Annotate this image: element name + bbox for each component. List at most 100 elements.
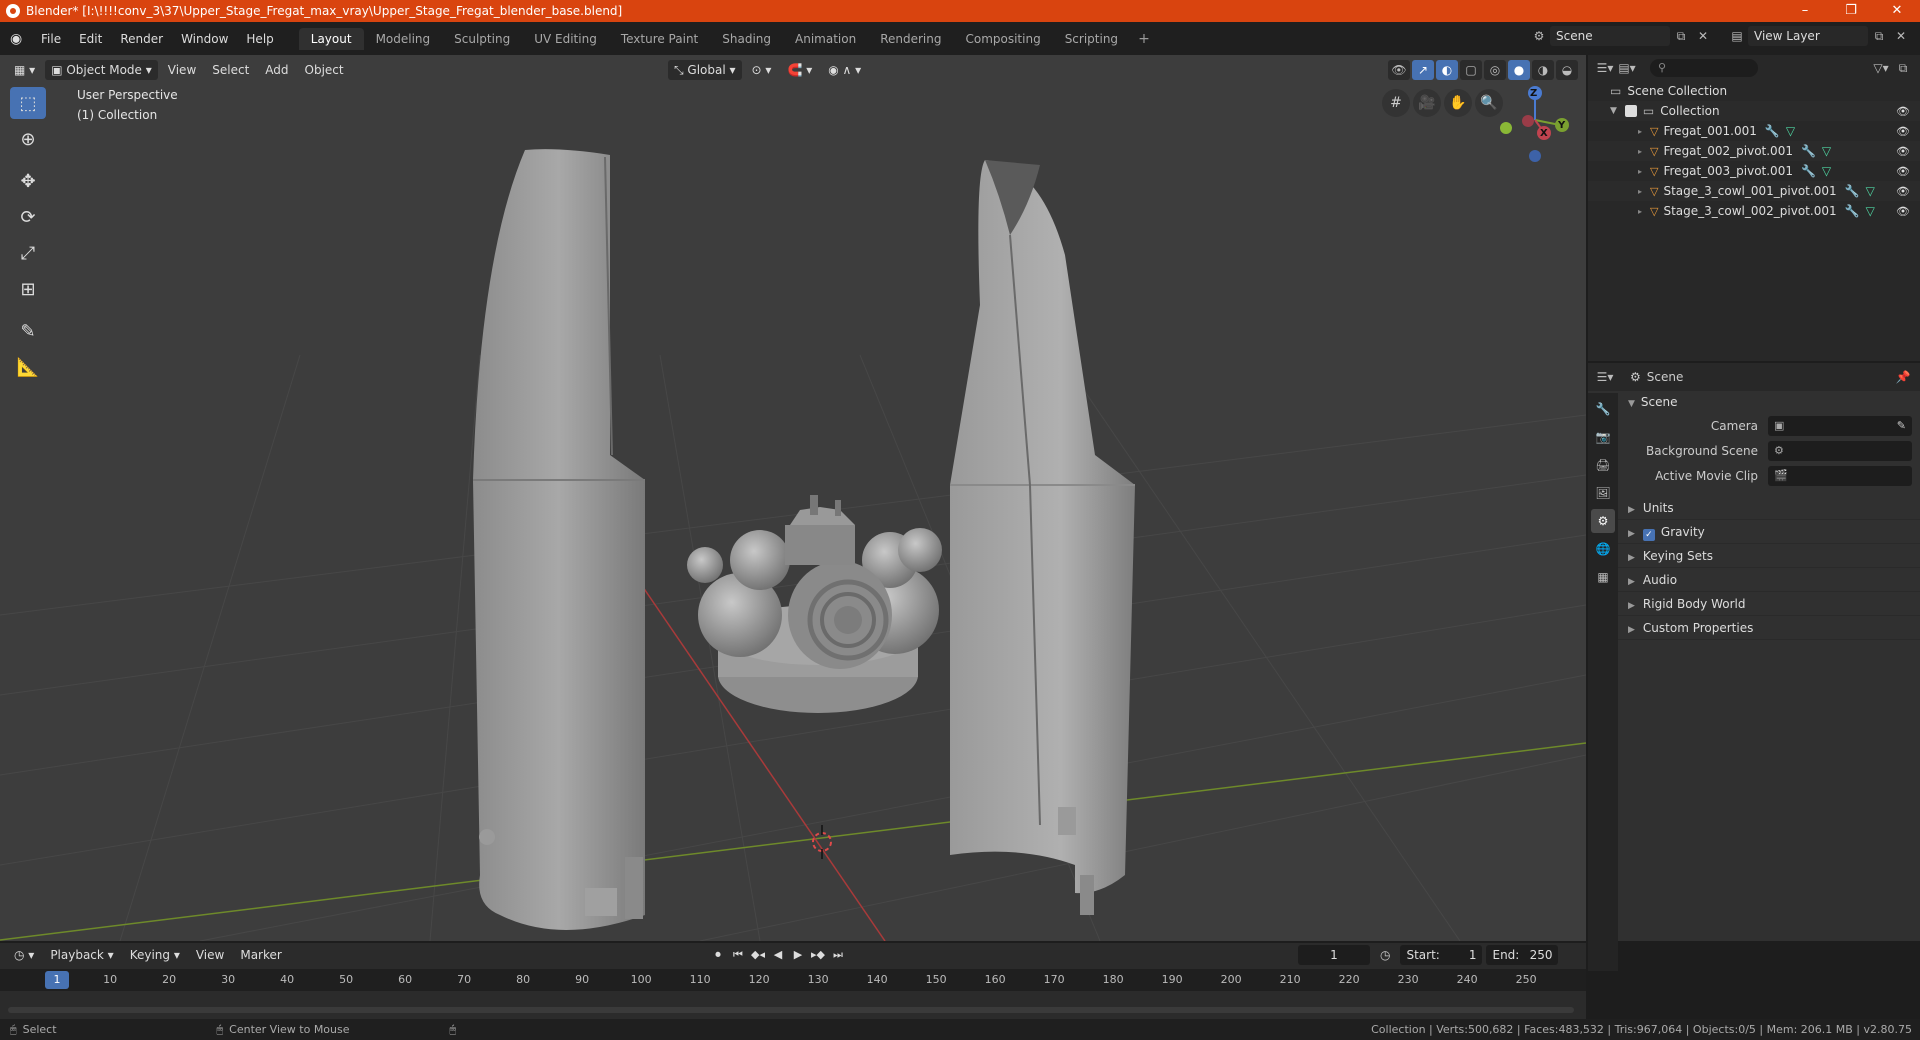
overlay-toggle-icon[interactable]: ◐ — [1436, 60, 1458, 80]
gravity-panel[interactable]: ▶ ✓ Gravity — [1618, 520, 1920, 544]
modifier-wrench-icon[interactable]: 🔧 — [1845, 204, 1860, 218]
tab-layout[interactable]: Layout — [298, 27, 364, 50]
mesh-data-icon[interactable]: ▽ — [1866, 204, 1875, 218]
end-frame-field[interactable]: End: 250 — [1486, 945, 1559, 965]
prev-keyframe-icon[interactable]: ◆◂ — [748, 946, 768, 964]
view-layer-icon[interactable]: ▤ — [1726, 26, 1748, 46]
camera-view-icon[interactable]: 🎥 — [1413, 89, 1441, 117]
view-layer-field[interactable]: View Layer — [1748, 26, 1868, 46]
editor-type-icon[interactable]: ▦ ▾ — [8, 60, 41, 80]
ortho-toggle-icon[interactable]: # — [1382, 89, 1410, 117]
menu-edit[interactable]: Edit — [70, 28, 111, 50]
timeline-menu-keying[interactable]: Keying ▾ — [124, 945, 186, 965]
play-icon[interactable]: ▶ — [788, 946, 808, 964]
tab-compositing[interactable]: Compositing — [953, 28, 1052, 50]
eye-icon[interactable]: 👁 — [1896, 165, 1910, 178]
jump-end-icon[interactable]: ⏭ — [828, 946, 848, 964]
annotate-tool-icon[interactable]: ✎ — [10, 315, 46, 347]
menu-file[interactable]: File — [32, 28, 70, 50]
play-reverse-icon[interactable]: ◀ — [768, 946, 788, 964]
gravity-checkbox[interactable]: ✓ — [1642, 529, 1655, 541]
tab-modeling[interactable]: Modeling — [364, 28, 443, 50]
delete-scene-icon[interactable]: ✕ — [1692, 26, 1714, 46]
tab-rendering[interactable]: Rendering — [868, 28, 953, 50]
eyedropper-icon[interactable]: ✎ — [1897, 419, 1906, 432]
modifier-wrench-icon[interactable]: 🔧 — [1801, 144, 1816, 158]
move-tool-icon[interactable]: ✥ — [10, 165, 46, 197]
tab-shading[interactable]: Shading — [710, 28, 783, 50]
solid-shading-icon[interactable]: ● — [1508, 60, 1530, 80]
viewport-menu-add[interactable]: Add — [259, 60, 294, 80]
zoom-icon[interactable]: 🔍 — [1475, 89, 1503, 117]
viewport-menu-select[interactable]: Select — [206, 60, 255, 80]
eye-icon[interactable]: 👁 — [1896, 145, 1910, 158]
outliner-editor-icon[interactable]: ☰▾ — [1594, 58, 1616, 78]
display-mode-icon[interactable]: ▤▾ — [1616, 58, 1638, 78]
new-view-layer-icon[interactable]: ⧉ — [1868, 26, 1890, 46]
view-layer-tab-icon[interactable]: 🖼 — [1591, 481, 1615, 505]
current-frame-field[interactable]: 1 — [1298, 945, 1370, 965]
outliner-collection[interactable]: ▼ ▭ Collection 👁 — [1588, 101, 1920, 121]
minimize-button[interactable]: – — [1782, 0, 1828, 22]
expand-arrow-icon[interactable]: ▸ — [1638, 187, 1642, 196]
record-icon[interactable]: ⏺ — [708, 946, 728, 964]
expand-arrow-icon[interactable]: ▸ — [1638, 147, 1642, 156]
modifier-wrench-icon[interactable]: 🔧 — [1801, 164, 1816, 178]
gizmo-toggle-icon[interactable]: ↗ — [1412, 60, 1434, 80]
filter-icon[interactable]: ▽▾ — [1870, 58, 1892, 78]
outliner-object-row[interactable]: ▸ ▽ Stage_3_cowl_002_pivot.001 🔧 ▽ 👁 — [1588, 201, 1920, 221]
pan-hand-icon[interactable]: ✋ — [1444, 89, 1472, 117]
scene-panel-header[interactable]: ▼ Scene — [1618, 391, 1920, 413]
eye-icon[interactable]: 👁 — [1896, 105, 1910, 118]
add-workspace-button[interactable]: + — [1130, 28, 1158, 50]
delete-view-layer-icon[interactable]: ✕ — [1890, 26, 1912, 46]
timeline-menu-playback[interactable]: Playback ▾ — [44, 945, 119, 965]
select-box-tool-icon[interactable]: ⬚ — [10, 87, 46, 119]
visibility-icon[interactable]: 👁 — [1388, 60, 1410, 80]
maximize-button[interactable]: ❐ — [1828, 0, 1874, 22]
timeline-scrollbar[interactable] — [8, 1007, 1574, 1013]
outliner-search-input[interactable]: ⚲ — [1650, 59, 1758, 77]
outliner-object-row[interactable]: ▸ ▽ Fregat_001.001 🔧 ▽ 👁 — [1588, 121, 1920, 141]
scale-tool-icon[interactable]: ⤢ — [10, 237, 46, 269]
menu-help[interactable]: Help — [237, 28, 282, 50]
orientation-dropdown[interactable]: ⤡ Global ▾ — [668, 60, 742, 80]
menu-render[interactable]: Render — [111, 28, 172, 50]
frame-ruler[interactable]: 1 10 20 30 40 50 60 70 80 90 100 110 120 130 140 150 160… — [0, 969, 1586, 991]
3d-viewport[interactable]: Z Y X ▦ ▾ ▣ Object Mode ▾ View Select Ad… — [0, 55, 1586, 941]
modifier-wrench-icon[interactable]: 🔧 — [1765, 124, 1780, 138]
wireframe-shading-icon[interactable]: ◎ — [1484, 60, 1506, 80]
timeline-menu-view[interactable]: View — [190, 945, 230, 965]
tool-tab-icon[interactable]: 🔧 — [1591, 397, 1615, 421]
left-fairing[interactable] — [473, 149, 645, 930]
texture-tab-icon[interactable]: ▦ — [1591, 565, 1615, 589]
start-frame-field[interactable]: Start: 1 — [1400, 945, 1483, 965]
active-movie-clip-field[interactable]: 🎬 — [1768, 465, 1912, 486]
eye-icon[interactable]: 👁 — [1896, 185, 1910, 198]
mesh-data-icon[interactable]: ▽ — [1822, 164, 1831, 178]
expand-arrow-icon[interactable]: ▸ — [1638, 127, 1642, 136]
background-scene-field[interactable]: ⚙ — [1768, 440, 1912, 461]
units-panel[interactable]: ▶ Units — [1618, 496, 1920, 520]
blender-menu-icon[interactable]: ◉ — [10, 31, 26, 47]
xray-icon[interactable]: ▢ — [1460, 60, 1482, 80]
camera-field[interactable]: ▣ ✎ — [1768, 415, 1912, 436]
material-shading-icon[interactable]: ◑ — [1532, 60, 1554, 80]
eye-icon[interactable]: 👁 — [1896, 125, 1910, 138]
world-tab-icon[interactable]: 🌐 — [1591, 537, 1615, 561]
tab-uv-editing[interactable]: UV Editing — [522, 28, 609, 50]
pin-icon[interactable]: 📌 — [1892, 367, 1914, 387]
transform-tool-icon[interactable]: ⊞ — [10, 273, 46, 305]
jump-start-icon[interactable]: ⏮ — [728, 946, 748, 964]
scene-name-field[interactable]: Scene — [1550, 26, 1670, 46]
scene-tab-icon[interactable]: ⚙ — [1591, 509, 1615, 533]
outliner-scene-collection[interactable]: ▭ Scene Collection — [1588, 81, 1920, 101]
snap-icon[interactable]: 🧲 ▾ — [781, 60, 818, 80]
pivot-icon[interactable]: ⊙ ▾ — [746, 60, 778, 80]
3d-cursor[interactable] — [812, 825, 832, 859]
outliner-object-row[interactable]: ▸ ▽ Fregat_002_pivot.001 🔧 ▽ 👁 — [1588, 141, 1920, 161]
outliner-object-row[interactable]: ▸ ▽ Stage_3_cowl_001_pivot.001 🔧 ▽ 👁 — [1588, 181, 1920, 201]
fregat-engine-model[interactable] — [687, 495, 942, 713]
collection-checkbox[interactable] — [1624, 105, 1637, 117]
viewport-menu-view[interactable]: View — [162, 60, 202, 80]
